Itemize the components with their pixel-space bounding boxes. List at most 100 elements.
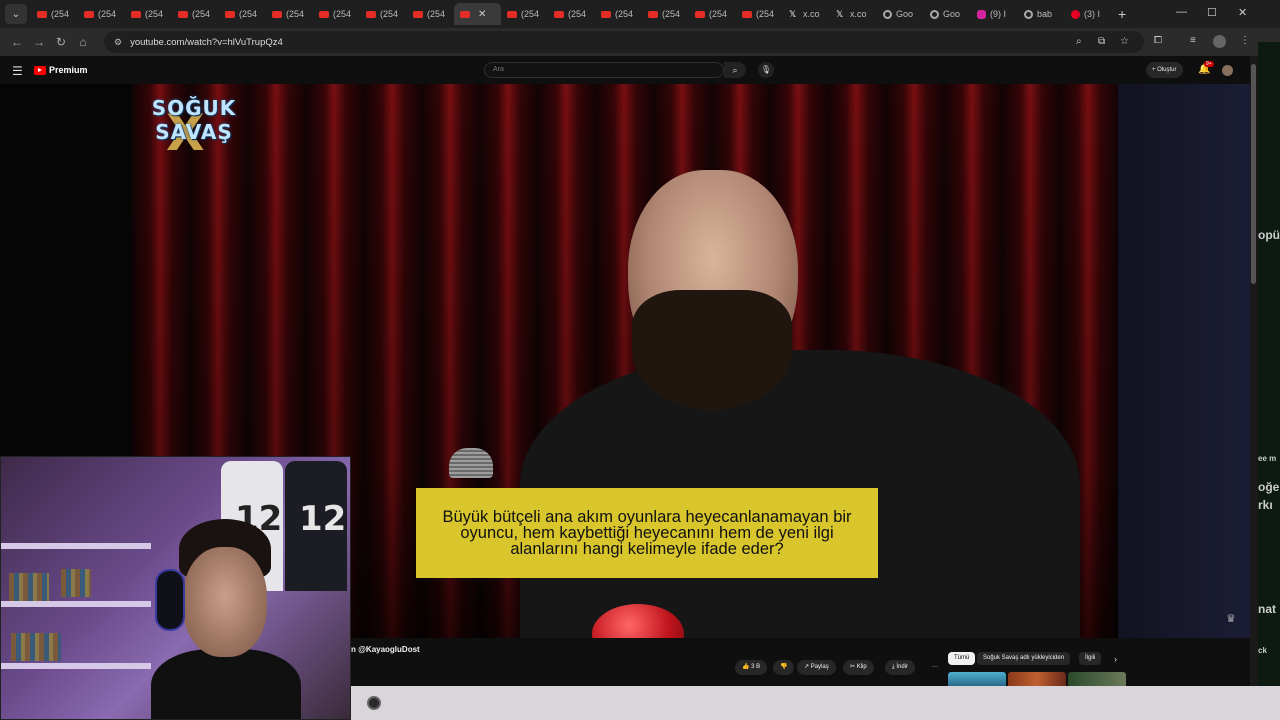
dislike-button[interactable]: 👎: [773, 660, 795, 675]
browser-tab[interactable]: (254: [31, 3, 78, 25]
browser-tab[interactable]: (254: [407, 3, 454, 25]
jersey-number: 12: [299, 499, 347, 539]
browser-tab-label: (9) I: [990, 9, 1007, 19]
voice-search-icon[interactable]: 🎙: [758, 62, 774, 78]
browser-tab[interactable]: (254: [689, 3, 736, 25]
pinterest-favicon-icon: [1071, 9, 1080, 19]
youtube-favicon-icon: [601, 10, 611, 18]
home-icon[interactable]: ⌂: [72, 35, 94, 49]
google-favicon-icon: [1024, 9, 1033, 19]
browser-tab[interactable]: Goo: [924, 3, 971, 25]
search-input[interactable]: Ara: [484, 62, 724, 78]
streamer: [151, 519, 301, 719]
forward-icon[interactable]: →: [28, 35, 50, 49]
side-app-text: opü: [1258, 228, 1280, 242]
download-button[interactable]: ⤓ İndir: [885, 660, 915, 675]
browser-tab-label: x.co: [803, 9, 820, 19]
browser-tab[interactable]: 𝕏x.co: [830, 3, 877, 25]
webcam-shelf: [1, 663, 151, 669]
recommended-thumbnail[interactable]: [1068, 672, 1126, 686]
browser-tab-label: (254: [145, 9, 164, 19]
more-actions-button[interactable]: ···: [925, 660, 945, 675]
headset-icon: [155, 569, 185, 631]
extensions-icon[interactable]: ⧠: [1154, 35, 1162, 46]
browser-tab[interactable]: (254: [736, 3, 783, 25]
webcam-shelf: [1, 543, 151, 549]
back-icon[interactable]: ←: [6, 35, 28, 49]
page-scrollbar[interactable]: [1250, 56, 1258, 686]
browser-tab[interactable]: ✕: [454, 3, 501, 25]
youtube-header: ☰ Premium Ara ⌕ 🎙 + Oluştur 🔔 9+: [0, 56, 1250, 84]
channel-handle[interactable]: n @KayaogluDost: [351, 645, 420, 654]
maximize-icon[interactable]: ☐: [1207, 6, 1217, 19]
browser-tab-label: (254: [98, 9, 117, 19]
reload-icon[interactable]: ↻: [50, 35, 72, 49]
video-watermark-icon[interactable]: ♛: [1226, 612, 1236, 625]
youtube-premium-logo[interactable]: Premium: [34, 65, 88, 75]
chip-related[interactable]: İlgili: [1079, 652, 1102, 665]
google-favicon-icon: [930, 9, 939, 19]
browser-tab[interactable]: Goo: [877, 3, 924, 25]
user-avatar[interactable]: [1222, 65, 1233, 76]
new-tab-button[interactable]: +: [1118, 6, 1126, 22]
browser-tab[interactable]: (254: [642, 3, 689, 25]
guest-beard: [632, 290, 792, 410]
browser-tab-label: (254: [568, 9, 587, 19]
browser-tab[interactable]: (254: [172, 3, 219, 25]
browser-tab[interactable]: (3) I: [1065, 3, 1112, 25]
webcam-books: [11, 633, 61, 661]
zoom-icon[interactable]: ⌕: [1076, 36, 1082, 47]
address-bar[interactable]: ⚙ youtube.com/watch?v=hlVuTrupQz4 ⌕ ⧉ ☆: [104, 31, 1144, 53]
chevron-right-icon[interactable]: ›: [1114, 654, 1117, 664]
guide-menu-icon[interactable]: ☰: [12, 64, 23, 78]
bookmark-star-icon[interactable]: ☆: [1120, 36, 1129, 47]
browser-tab[interactable]: 𝕏x.co: [783, 3, 830, 25]
browser-tab[interactable]: bab: [1018, 3, 1065, 25]
share-button[interactable]: ↗ Paylaş: [797, 660, 836, 675]
browser-tab[interactable]: (254: [219, 3, 266, 25]
webcam-books: [9, 573, 49, 601]
create-button[interactable]: + Oluştur: [1146, 62, 1183, 78]
tab-close-icon[interactable]: ✕: [478, 9, 486, 20]
browser-tab[interactable]: (254: [313, 3, 360, 25]
browser-tab[interactable]: (254: [548, 3, 595, 25]
chip-all[interactable]: Tümü: [948, 652, 976, 665]
x-favicon-icon: 𝕏: [836, 9, 844, 19]
browser-tab[interactable]: (254: [78, 3, 125, 25]
close-window-icon[interactable]: ✕: [1238, 6, 1247, 19]
tab-list: (254 (254 (254 (254 (254 (254 (254 (254 (254 ✕ (25…: [31, 3, 1112, 25]
minimize-icon[interactable]: —: [1176, 6, 1187, 18]
media-control-icon[interactable]: ≡: [1190, 35, 1196, 46]
youtube-favicon-icon: [178, 10, 188, 18]
recommended-thumbnail[interactable]: [1008, 672, 1066, 686]
browser-tab-label: Goo: [896, 9, 914, 19]
chip-from-uploader[interactable]: Soğuk Savaş adlı yükleyiciden: [977, 652, 1071, 665]
browser-tab-strip: ⌄ (254 (254 (254 (254 (254 (254 (254 (254 (254 ✕(…: [0, 0, 1280, 28]
notification-count-badge: 9+: [1204, 61, 1214, 67]
side-app-text: oğe: [1258, 480, 1280, 494]
browser-tab-label: x.co: [850, 9, 867, 19]
clip-button[interactable]: ✂ Klip: [843, 660, 874, 675]
side-app-text: nat: [1258, 602, 1276, 616]
browser-tab[interactable]: (254: [595, 3, 642, 25]
obs-app-icon[interactable]: [367, 696, 381, 710]
browser-tab[interactable]: (254: [501, 3, 548, 25]
browser-menu-icon[interactable]: ⋮: [1240, 35, 1250, 46]
recommended-thumbnail[interactable]: [948, 672, 1006, 686]
browser-tab-label: (254: [51, 9, 70, 19]
browser-tab[interactable]: (254: [266, 3, 313, 25]
youtube-favicon-icon: [84, 10, 94, 18]
search-icon[interactable]: ⌕: [724, 62, 746, 78]
side-app-text: ck: [1258, 646, 1267, 655]
browser-profile-avatar[interactable]: [1213, 35, 1226, 48]
site-info-icon[interactable]: ⚙: [114, 37, 122, 48]
browser-tab[interactable]: (254: [125, 3, 172, 25]
install-app-icon[interactable]: ⧉: [1098, 36, 1105, 47]
browser-tab-label: (254: [756, 9, 775, 19]
scrollbar-thumb[interactable]: [1251, 64, 1256, 284]
like-button[interactable]: 👍 3 B: [735, 660, 768, 675]
tab-search-button[interactable]: ⌄: [5, 4, 27, 24]
browser-tab[interactable]: (9) I: [971, 3, 1018, 25]
browser-tab[interactable]: (254: [360, 3, 407, 25]
browser-tab-label: (254: [286, 9, 305, 19]
